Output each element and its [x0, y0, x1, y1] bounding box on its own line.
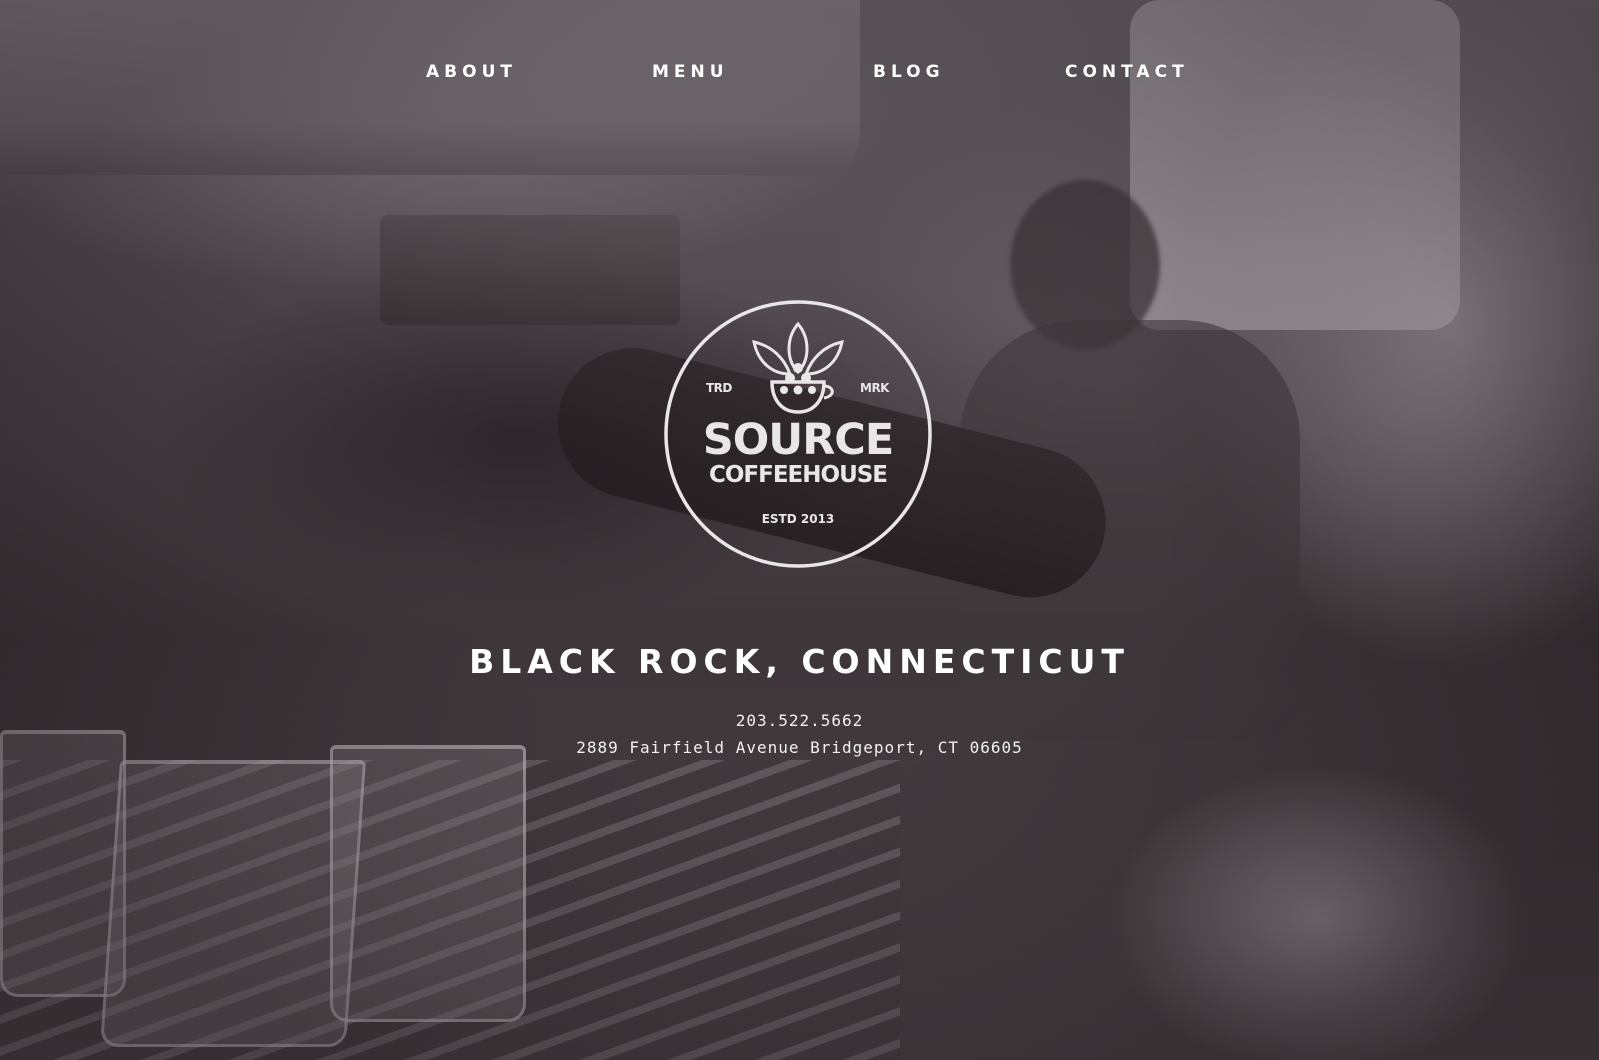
street-address: 2889 Fairfield Avenue Bridgeport, CT 066…: [576, 738, 1023, 757]
logo-name-coffeehouse: COFFEEHOUSE: [708, 462, 888, 488]
logo-trd-label: TRD: [706, 381, 732, 395]
logo-name-source: SOURCE: [702, 415, 894, 465]
hero-section: ABOUT MENU BLOG CONTACT TRD MRK SOURCE C…: [0, 0, 1599, 1060]
nav-item-blog[interactable]: BLOG: [873, 60, 945, 84]
logo-established: ESTD 2013: [761, 512, 835, 526]
nav-item-menu[interactable]: MENU: [652, 60, 729, 84]
phone-number[interactable]: 203.522.5662: [0, 710, 1599, 732]
brand-logo[interactable]: TRD MRK SOURCE COFFEEHOUSE ESTD 2013: [662, 298, 934, 570]
nav-item-contact[interactable]: CONTACT: [1065, 60, 1189, 84]
nav-item-about[interactable]: ABOUT: [426, 60, 517, 84]
location-title: BLACK ROCK, CONNECTICUT: [469, 642, 1130, 681]
logo-mrk-label: MRK: [860, 381, 889, 395]
main-nav: ABOUT MENU BLOG CONTACT: [0, 60, 1599, 90]
